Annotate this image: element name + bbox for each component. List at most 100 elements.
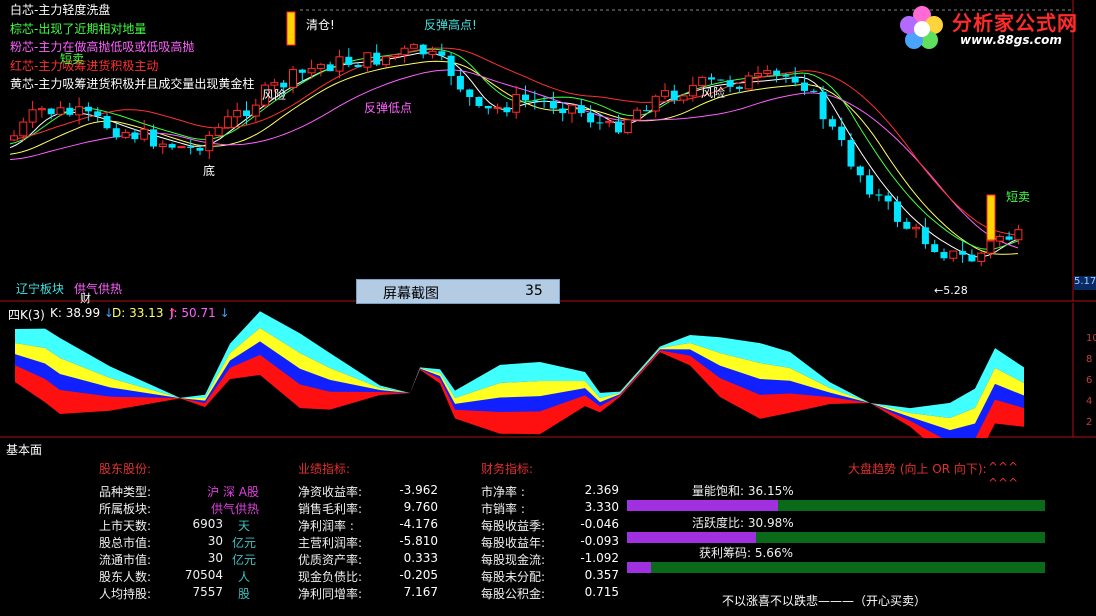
legend-red-core: 红芯-主力吸筹进货积极主动 [10, 59, 159, 73]
row-unit: 人 [237, 570, 250, 584]
row-label: 现金负债比: [298, 570, 363, 584]
candlestick [251, 98, 260, 122]
candlestick [726, 75, 734, 93]
panel-title: 基本面 [6, 443, 43, 457]
row-value: 7.167 [403, 585, 438, 599]
candlestick [577, 98, 585, 117]
legend-yellow-core: 黄芯-主力吸筹进货积极并且成交量出现黄金柱 [10, 77, 255, 91]
row-value: -1.092 [580, 551, 619, 565]
annotation-duanmai-left: 短卖 [60, 52, 85, 66]
candlestick [214, 123, 223, 139]
candlestick [921, 218, 929, 249]
market-trend-arrows: ^^^ [988, 460, 1019, 474]
candlestick [977, 251, 986, 267]
candlestick [810, 88, 818, 94]
legend-white-core: 白芯-主力轻度洗盘 [10, 3, 111, 17]
annotation-duanmai-right: 短卖 [1006, 190, 1031, 204]
annotation-di: 底 [203, 164, 216, 178]
screenshot-number: 35 [525, 283, 543, 299]
bar-label-profit: 获利筹码: 5.66% [699, 546, 793, 560]
kdj-indicator-panel[interactable]: 四K(3) K: 38.99 ↓ D: 33.13 ↑ J: 50.71 ↓ 1… [0, 303, 1096, 438]
performance-row: 净利同增率: 7.167 [298, 585, 438, 602]
row-label: 品种类型: [99, 485, 152, 499]
candlestick [419, 43, 427, 59]
candlestick [679, 94, 688, 104]
logo-url: www.88gs.com [960, 33, 1062, 47]
shareholder-row: 人均持股: 7557 股 [99, 585, 259, 602]
performance-row: 净资收益率: -3.962 [298, 483, 438, 500]
candlestick [103, 113, 111, 130]
candlestick [633, 107, 642, 121]
row-label: 所属板块: [99, 502, 152, 516]
kdj-ytick: 2 [1086, 417, 1093, 428]
row-value: 9.760 [403, 500, 438, 514]
annotation-fantan-gaodian: 反弹高点! [424, 18, 477, 32]
candlestick [10, 130, 18, 142]
performance-row: 净利润率 : -4.176 [298, 517, 438, 534]
candlestick [744, 72, 753, 90]
row-value: 7557 [192, 585, 223, 599]
row-value: -0.093 [580, 534, 619, 548]
kdj-k-value: K: 38.99 ↓ [50, 306, 114, 320]
candlestick [717, 79, 725, 81]
candlestick [568, 104, 576, 123]
screenshot-tooltip[interactable]: 屏幕截图 35 [356, 279, 560, 304]
legend-pink-core: 粉芯-主力在做高抛低吸或低吸高抛 [10, 40, 195, 54]
main-chart-panel[interactable]: 白芯-主力轻度洗盘 棕芯-出现了近期相对地量 粉芯-主力在做高抛低吸或低吸高抛 … [0, 0, 1096, 305]
row-value: 3.330 [584, 500, 619, 514]
candlestick [354, 63, 362, 68]
candlestick [819, 85, 827, 129]
candlestick [466, 88, 474, 106]
financial-row: 每股未分配: 0.357 [481, 568, 619, 585]
annotation-qingcang: 清仓! [306, 18, 335, 32]
candlestick [205, 131, 214, 160]
row-label: 净利润率 : [298, 519, 354, 533]
candlestick [763, 65, 772, 77]
row-label: 主营利润率: [298, 536, 363, 550]
candlestick [875, 188, 883, 202]
candlestick [959, 241, 967, 263]
candlestick [150, 124, 157, 149]
row-unit: 亿元 [231, 536, 256, 550]
annotation-fantan-didian: 反弹低点 [364, 101, 413, 115]
row-label: 每股公积金: [481, 587, 546, 601]
fundamentals-panel: 基本面 股东股份: 业绩指标: 财务指标: 大盘趋势 (向上 OR 向下): ^… [0, 440, 1096, 616]
candlestick [345, 48, 353, 68]
progress-bar-profit [627, 562, 1045, 573]
performance-title: 业绩指标: [298, 462, 351, 476]
candlestick [391, 54, 400, 61]
candlestick [503, 102, 511, 117]
row-label: 每股收益年: [481, 536, 546, 550]
flower-logo-icon [900, 6, 943, 49]
kdj-d-value: D: 33.13 ↑ [112, 306, 178, 320]
row-label: 优质资产率: [298, 553, 363, 567]
row-label: 净利同增率: [298, 587, 363, 601]
row-value: 0.715 [584, 585, 619, 599]
candlestick [223, 109, 232, 129]
row-label: 净资收益率: [298, 485, 363, 499]
candlestick [931, 239, 939, 253]
progress-bar-activity [627, 532, 1045, 543]
row-value: 30 [207, 534, 223, 548]
logo-title: 分析家公式网 [952, 11, 1078, 35]
candlestick [1005, 231, 1013, 241]
annotation-fengxian-1: 风险 [262, 88, 287, 102]
financial-row: 每股现金流: -1.092 [481, 551, 619, 568]
candlestick [363, 52, 372, 73]
candlestick [121, 129, 130, 139]
motto-text: 不以涨喜不以跌悲———（开心买卖） [722, 594, 927, 608]
shareholder-row: 品种类型: 沪 深 A股 [99, 483, 259, 500]
row-label: 人均持股: [99, 587, 152, 601]
kdj-ytick: 8 [1086, 354, 1093, 365]
kdj-chart[interactable] [0, 303, 1096, 438]
market-trend-title: 大盘趋势 (向上 OR 向下): [848, 462, 987, 476]
golden-volume-candle [286, 11, 296, 46]
candlestick [233, 102, 242, 126]
shareholder-row: 股东人数: 70504 人 [99, 568, 259, 585]
candlestick [409, 43, 418, 49]
row-label: 流通市值: [99, 553, 152, 567]
golden-volume-candle [986, 194, 996, 241]
candlestick [828, 115, 836, 130]
candlestick [168, 142, 176, 150]
candlestick [37, 105, 46, 118]
